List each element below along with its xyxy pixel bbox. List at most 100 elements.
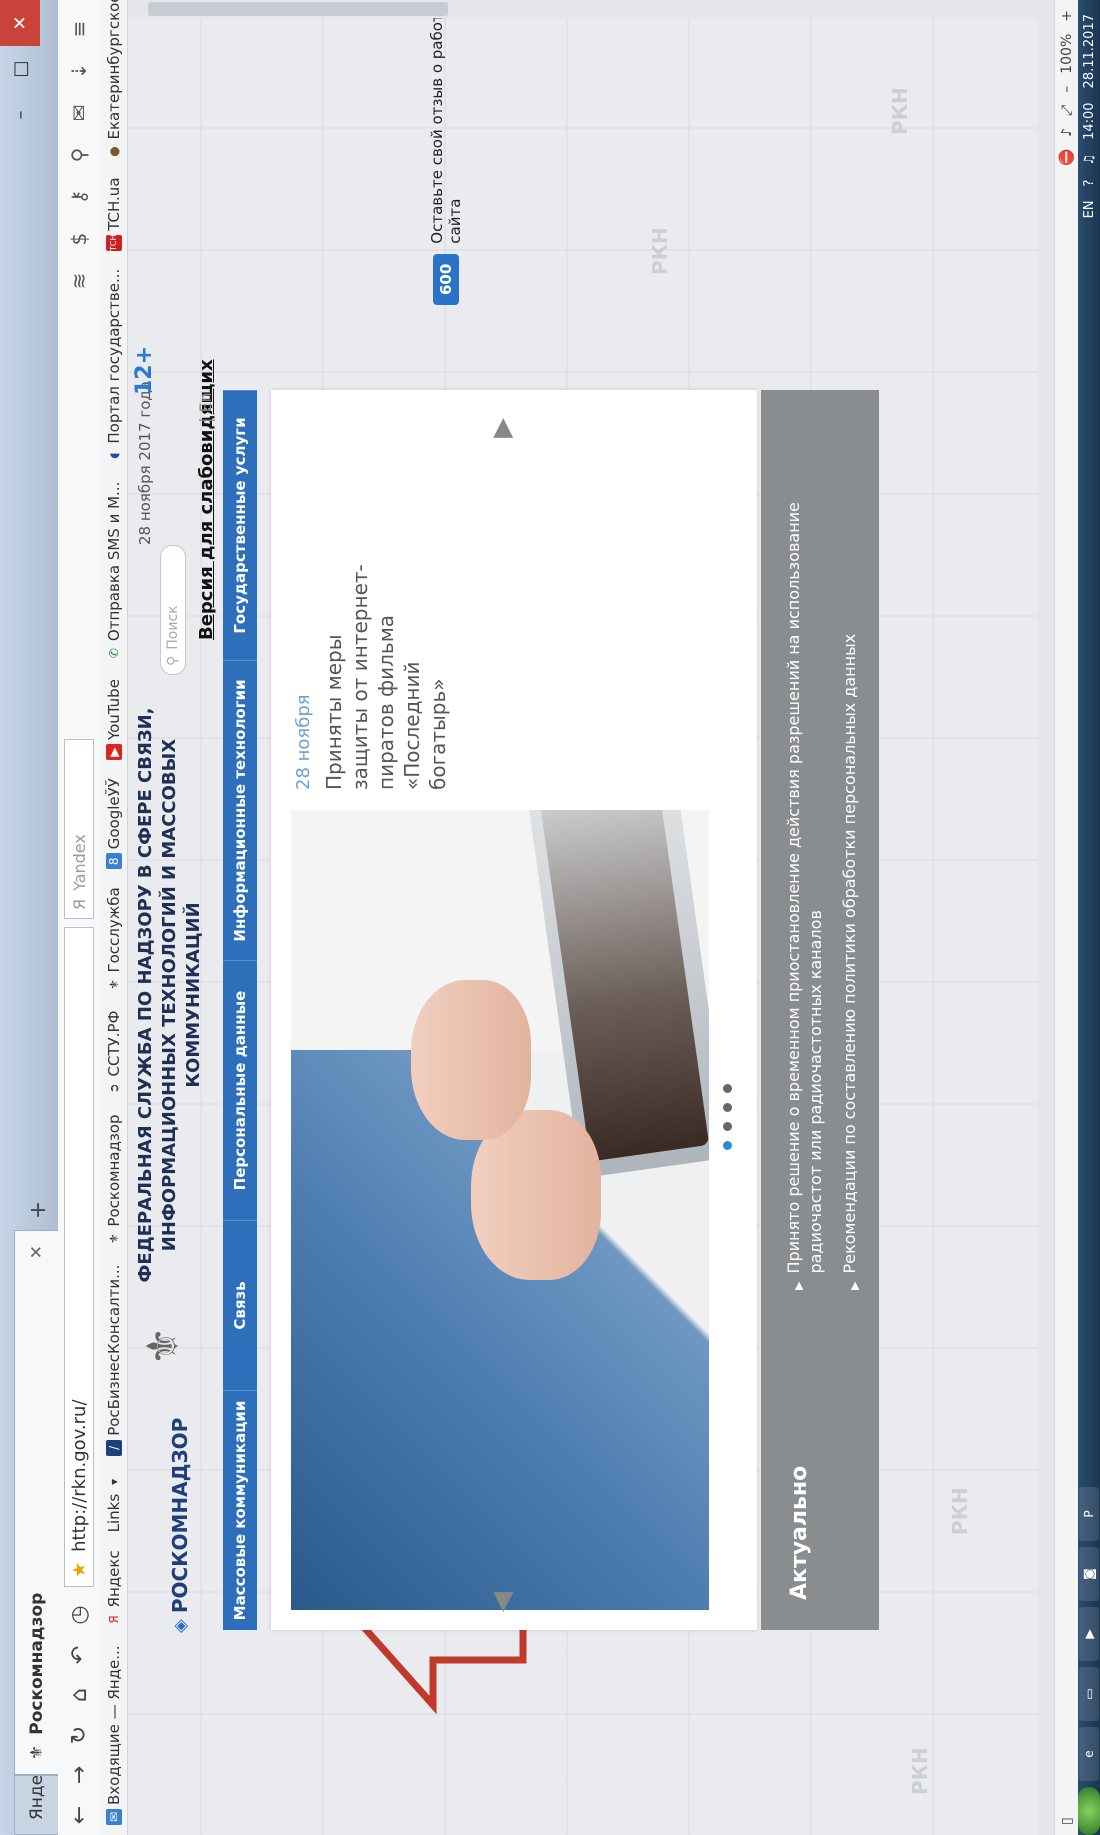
system-tray: EN ? ♫ 14:00 28.11.2017 <box>1082 0 1097 218</box>
feedback-label: Оставьте свой отзыв о работе сайта <box>428 4 464 244</box>
main-menu: Массовые коммуникации Связь Персональные… <box>223 390 257 1630</box>
slider-dot[interactable] <box>723 1122 732 1131</box>
zoom-in-button[interactable]: + <box>1059 10 1075 22</box>
history-icon[interactable]: ◷ <box>59 1595 99 1635</box>
forward-icon[interactable]: → <box>59 1755 99 1795</box>
taskbar-app-media[interactable]: ▶ <box>1079 1607 1099 1661</box>
dollar-icon[interactable]: $ <box>61 220 97 258</box>
tab-yandex[interactable]: Яндекс <box>14 1755 58 1835</box>
start-button[interactable] <box>1078 1787 1100 1835</box>
home-icon[interactable]: ⌂ <box>59 1675 99 1715</box>
browser-toolbar: ← → ↻ ⌂ ↶ ◷ ★ http://rkn.gov.ru/ Я Yande… <box>58 0 100 1835</box>
address-bar[interactable]: ★ http://rkn.gov.ru/ <box>64 927 94 1587</box>
bookmark-item[interactable]: ⚜ Госслужба <box>105 887 123 992</box>
agency-title: ФЕДЕРАЛЬНАЯ СЛУЖБА ПО НАДЗОРУ В СФЕРЕ СВ… <box>134 695 206 1295</box>
slide-title[interactable]: Приняты меры защиты от интернет-пиратов … <box>321 550 451 790</box>
bookmark-item[interactable]: ◖ Портал государстве... <box>105 269 123 464</box>
slider-dot[interactable] <box>723 1084 732 1093</box>
download-icon[interactable]: ⇣ <box>61 52 97 90</box>
tab-roskomnadzor-label: Роскомнадзор <box>26 1592 47 1735</box>
slider-dot[interactable] <box>723 1141 732 1150</box>
taskbar-app-ie[interactable]: e <box>1079 1727 1099 1781</box>
bookmark-label: ССТУ.РФ <box>104 1010 123 1077</box>
bookmark-item[interactable]: 8 GoogleЎЎ <box>104 778 123 870</box>
menu-item-mass-communications[interactable]: Массовые коммуникации <box>223 1390 257 1630</box>
feedback-link[interactable]: 600 Оставьте свой отзыв о работе сайта <box>428 0 464 305</box>
feedback-counter: 600 <box>433 253 459 305</box>
horizontal-scrollbar[interactable] <box>1038 0 1054 1835</box>
toolbar-icons: ≋ $ ⚷ ⚲ ✉ ⇣ ≡ <box>61 0 97 300</box>
eagle-icon: ⚜ <box>106 1233 121 1244</box>
language-switch[interactable]: | En <box>196 392 215 423</box>
mail-icon[interactable]: ✉ <box>61 94 97 132</box>
eagle-icon: ⚜ <box>26 1744 47 1760</box>
volume-icon[interactable]: ♫ <box>1082 154 1097 166</box>
bookmark-label: Отправка SMS и М... <box>104 481 123 642</box>
taskbar-app-browser[interactable]: ◙ <box>1079 1547 1099 1601</box>
menu-item-public-services[interactable]: Государственные услуги <box>223 390 257 660</box>
bookmark-item[interactable]: ➲ ССТУ.РФ <box>105 1011 123 1097</box>
news-slider: ◀ ▶ 28 ноября Приняты меры защиты от инт… <box>271 390 757 1630</box>
clock-time[interactable]: 14:00 <box>1082 102 1097 139</box>
bookmark-label: GoogleЎЎ <box>104 778 123 850</box>
menu-icon[interactable]: ≡ <box>61 10 97 48</box>
magnifier-icon[interactable]: ⚲ <box>61 136 97 174</box>
bookmark-item[interactable]: Я Яндекс <box>105 1550 123 1627</box>
bookmark-item[interactable]: ✆ Отправка SMS и М... <box>105 482 123 661</box>
search-box[interactable]: Я Yandex <box>64 739 94 919</box>
actual-news-text: Принято решение о временном приостановле… <box>784 502 825 1274</box>
bookmark-item[interactable]: / РосБизнесКонсалти... <box>105 1265 123 1456</box>
bookmark-item[interactable]: ✉ Входящие — Янде... <box>105 1645 123 1825</box>
list-item[interactable]: ▶ Принято решение о временном приостанов… <box>783 410 827 1290</box>
bookmark-star-icon[interactable]: ★ <box>69 1562 90 1578</box>
fullscreen-icon[interactable]: ⤢ <box>1059 105 1075 116</box>
new-tab-button[interactable]: + <box>18 1190 58 1230</box>
tab-roskomnadzor[interactable]: ⚜ Роскомнадзор ✕ <box>14 1230 58 1775</box>
minimize-icon[interactable]: – <box>0 92 40 138</box>
menu-item-information-technology[interactable]: Информационные технологии <box>223 660 257 960</box>
bookmark-item[interactable]: ● Екатеринбургское <box>105 0 123 159</box>
bookmark-item[interactable]: ▶ YouTube <box>105 679 123 761</box>
back-icon[interactable]: ← <box>59 1795 99 1835</box>
help-icon[interactable]: ? <box>1082 180 1097 187</box>
slider-dot[interactable] <box>723 1103 732 1112</box>
slide-image[interactable] <box>291 810 709 1610</box>
clock-date[interactable]: 28.11.2017 <box>1082 14 1097 88</box>
current-date: 28 ноября 2017 года <box>136 381 154 545</box>
slider-next-icon[interactable]: ▶ <box>487 418 517 438</box>
site-logo[interactable]: ◈ РОСКОМНАДЗОР <box>168 1418 192 1633</box>
rotated-screen: Яндекс ⚜ Роскомнадзор ✕ + – □ ✕ ← → ↻ ⌂ … <box>0 0 1100 1835</box>
screenshot-page: Яндекс ⚜ Роскомнадзор ✕ + – □ ✕ ← → ↻ ⌂ … <box>0 0 1100 1835</box>
taskbar-app-explorer[interactable]: ▭ <box>1079 1667 1099 1721</box>
undo-icon[interactable]: ↶ <box>59 1635 99 1675</box>
site-search-placeholder: Поиск <box>165 605 181 650</box>
browser-titlebar: Яндекс ⚜ Роскомнадзор ✕ + – □ ✕ <box>0 0 58 1835</box>
tsn-icon: ТСН <box>105 234 122 251</box>
list-item[interactable]: ▶ Рекомендации по составлению политики о… <box>839 410 866 1290</box>
bookmark-item[interactable]: ⚜ Роскомнадзор <box>105 1115 123 1247</box>
yandex-search-icon: Я <box>69 898 89 910</box>
scrollbar-thumb[interactable] <box>148 2 448 16</box>
bookmark-item[interactable]: Links ▾ <box>105 1474 123 1533</box>
menu-item-communications[interactable]: Связь <box>223 1220 257 1390</box>
site-search-input[interactable]: ⚲ Поиск <box>160 545 186 675</box>
menu-item-personal-data[interactable]: Персональные данные <box>223 960 257 1220</box>
sound-icon[interactable]: ♪ <box>1059 128 1075 137</box>
maximize-icon[interactable]: □ <box>0 46 40 92</box>
close-tab-icon[interactable]: ✕ <box>27 1245 47 1259</box>
bookmark-item[interactable]: ТСН TCH.ua <box>105 177 123 251</box>
bookmarks-bar: ✉ Входящие — Янде... Я Яндекс Links ▾ / РосБ… <box>100 0 128 1835</box>
zoom-out-button[interactable]: – <box>1059 86 1075 93</box>
logo-icon: ◈ <box>169 1619 191 1633</box>
bullet-icon: ▶ <box>848 1281 861 1290</box>
slider-prev-icon[interactable]: ◀ <box>487 1592 517 1612</box>
language-indicator[interactable]: EN <box>1082 200 1097 218</box>
actual-heading: Актуально <box>787 1465 812 1600</box>
reload-icon[interactable]: ↻ <box>59 1715 99 1755</box>
close-window-icon[interactable]: ✕ <box>0 0 40 46</box>
vertical-scrollbar[interactable] <box>128 0 1038 18</box>
key-icon[interactable]: ⚷ <box>61 178 97 216</box>
taskbar-app-powerpoint[interactable]: P <box>1079 1487 1099 1541</box>
rss-icon[interactable]: ≋ <box>61 262 97 300</box>
adblock-icon[interactable]: ⛔ <box>1059 149 1075 166</box>
